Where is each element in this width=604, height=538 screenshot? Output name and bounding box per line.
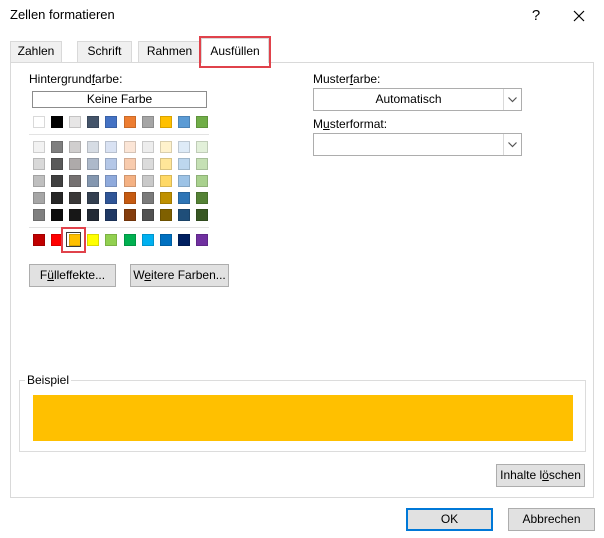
shade-color-swatch[interactable] bbox=[87, 141, 99, 153]
shade-color-swatch[interactable] bbox=[160, 158, 172, 170]
standard-color-swatch[interactable] bbox=[160, 234, 172, 246]
shade-color-swatch[interactable] bbox=[51, 141, 63, 153]
standard-color-swatch[interactable] bbox=[142, 234, 154, 246]
palette-divider bbox=[29, 134, 209, 135]
dropdown-arrow[interactable] bbox=[503, 134, 521, 155]
shade-color-swatch[interactable] bbox=[69, 192, 81, 204]
shade-color-swatch[interactable] bbox=[124, 141, 136, 153]
shade-color-swatch[interactable] bbox=[196, 209, 208, 221]
standard-color-swatch[interactable] bbox=[124, 234, 136, 246]
sample-preview bbox=[33, 395, 573, 441]
shade-color-swatch[interactable] bbox=[124, 175, 136, 187]
shade-color-swatch[interactable] bbox=[196, 141, 208, 153]
pattern-style-dropdown[interactable] bbox=[313, 133, 522, 156]
dropdown-arrow[interactable] bbox=[503, 89, 521, 110]
shade-color-swatch[interactable] bbox=[69, 175, 81, 187]
shade-color-swatch[interactable] bbox=[87, 158, 99, 170]
shade-color-swatch[interactable] bbox=[142, 192, 154, 204]
fill-effects-button[interactable]: Fülleffekte... bbox=[29, 264, 116, 287]
shade-color-swatch[interactable] bbox=[178, 158, 190, 170]
chevron-down-icon bbox=[508, 142, 517, 148]
theme-color-swatch[interactable] bbox=[178, 116, 190, 128]
shade-color-swatch[interactable] bbox=[87, 209, 99, 221]
shade-color-swatch[interactable] bbox=[160, 192, 172, 204]
shade-color-swatch[interactable] bbox=[105, 158, 117, 170]
shade-color-swatch[interactable] bbox=[124, 158, 136, 170]
shade-color-swatch[interactable] bbox=[33, 141, 45, 153]
shade-color-swatch[interactable] bbox=[51, 192, 63, 204]
help-button[interactable]: ? bbox=[525, 5, 547, 27]
more-colors-button[interactable]: Weitere Farben... bbox=[130, 264, 229, 287]
shade-color-swatch[interactable] bbox=[87, 175, 99, 187]
shade-color-swatch[interactable] bbox=[196, 158, 208, 170]
shade-color-swatch[interactable] bbox=[178, 209, 190, 221]
pattern-color-label: Musterfarbe: bbox=[313, 72, 381, 86]
shade-color-swatch[interactable] bbox=[142, 158, 154, 170]
shade-color-swatch[interactable] bbox=[178, 192, 190, 204]
shade-color-swatch[interactable] bbox=[69, 209, 81, 221]
theme-color-swatch[interactable] bbox=[87, 116, 99, 128]
shade-color-swatch[interactable] bbox=[178, 175, 190, 187]
shade-color-swatch[interactable] bbox=[105, 192, 117, 204]
shade-color-swatch[interactable] bbox=[196, 175, 208, 187]
shade-color-swatch[interactable] bbox=[69, 158, 81, 170]
standard-color-swatch[interactable] bbox=[178, 234, 190, 246]
chevron-down-icon bbox=[508, 97, 517, 103]
tab-zahlen[interactable]: Zahlen bbox=[10, 41, 62, 62]
tab-schrift[interactable]: Schrift bbox=[77, 41, 132, 62]
tab-highlight-frame bbox=[199, 36, 271, 68]
shade-color-swatch[interactable] bbox=[142, 141, 154, 153]
shade-color-swatch[interactable] bbox=[69, 141, 81, 153]
no-color-button[interactable]: Keine Farbe bbox=[32, 91, 207, 108]
cancel-button[interactable]: Abbrechen bbox=[508, 508, 595, 531]
clear-button[interactable]: Inhalte löschen bbox=[496, 464, 585, 487]
shade-color-swatch[interactable] bbox=[105, 209, 117, 221]
shade-color-swatch[interactable] bbox=[124, 209, 136, 221]
shade-color-swatch[interactable] bbox=[51, 175, 63, 187]
dialog-title: Zellen formatieren bbox=[10, 7, 115, 22]
pattern-color-dropdown[interactable]: Automatisch bbox=[313, 88, 522, 111]
shade-color-swatch[interactable] bbox=[51, 158, 63, 170]
shade-color-swatch[interactable] bbox=[178, 141, 190, 153]
shade-color-swatch[interactable] bbox=[142, 209, 154, 221]
shade-color-swatch[interactable] bbox=[124, 192, 136, 204]
close-icon bbox=[573, 10, 585, 22]
shade-color-swatch[interactable] bbox=[33, 192, 45, 204]
theme-color-swatch[interactable] bbox=[196, 116, 208, 128]
shade-color-swatch[interactable] bbox=[51, 209, 63, 221]
background-color-label: Hintergrundfarbe: bbox=[29, 72, 123, 86]
shade-color-swatch[interactable] bbox=[33, 158, 45, 170]
theme-color-swatch[interactable] bbox=[142, 116, 154, 128]
theme-color-swatch[interactable] bbox=[51, 116, 63, 128]
selected-swatch-outline bbox=[66, 232, 81, 247]
theme-color-swatch[interactable] bbox=[69, 116, 81, 128]
shade-color-swatch[interactable] bbox=[196, 192, 208, 204]
sample-label: Beispiel bbox=[25, 373, 72, 387]
close-button[interactable] bbox=[568, 5, 590, 27]
shade-color-swatch[interactable] bbox=[33, 175, 45, 187]
palette-divider bbox=[29, 227, 209, 228]
shade-color-swatch[interactable] bbox=[142, 175, 154, 187]
ok-button[interactable]: OK bbox=[406, 508, 493, 531]
shade-color-swatch[interactable] bbox=[87, 192, 99, 204]
standard-color-swatch[interactable] bbox=[105, 234, 117, 246]
shade-color-swatch[interactable] bbox=[160, 175, 172, 187]
standard-color-swatch[interactable] bbox=[33, 234, 45, 246]
standard-color-swatch[interactable] bbox=[196, 234, 208, 246]
shade-color-swatch[interactable] bbox=[160, 141, 172, 153]
shade-color-swatch[interactable] bbox=[33, 209, 45, 221]
standard-color-swatch[interactable] bbox=[87, 234, 99, 246]
shade-color-swatch[interactable] bbox=[160, 209, 172, 221]
theme-color-swatch[interactable] bbox=[124, 116, 136, 128]
theme-color-swatch[interactable] bbox=[160, 116, 172, 128]
pattern-color-value: Automatisch bbox=[375, 92, 442, 106]
theme-color-swatch[interactable] bbox=[105, 116, 117, 128]
pattern-style-label: Musterformat: bbox=[313, 117, 388, 131]
shade-color-swatch[interactable] bbox=[105, 175, 117, 187]
theme-color-swatch[interactable] bbox=[33, 116, 45, 128]
shade-color-swatch[interactable] bbox=[105, 141, 117, 153]
tab-rahmen[interactable]: Rahmen bbox=[138, 41, 201, 62]
